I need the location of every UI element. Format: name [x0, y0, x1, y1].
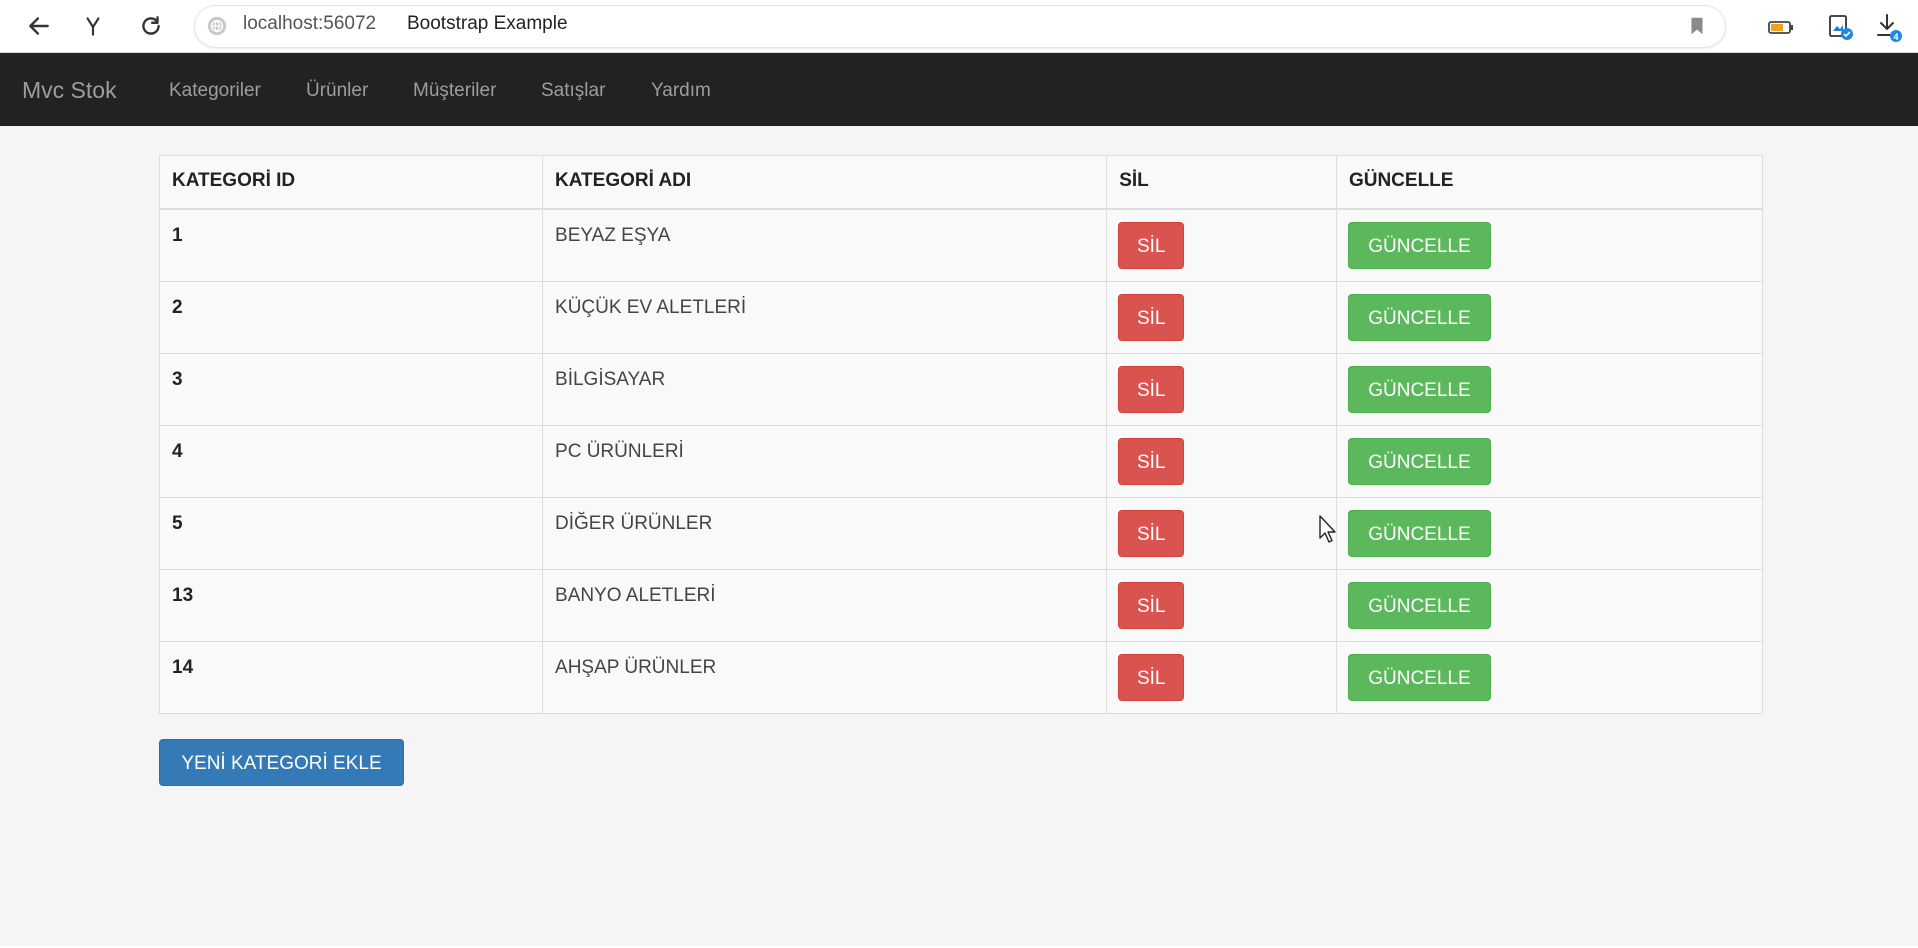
delete-button[interactable]: SİL: [1118, 293, 1185, 341]
category-id: 2: [160, 281, 544, 354]
yandex-icon: [86, 17, 100, 36]
update-button[interactable]: GÜNCELLE: [1347, 509, 1491, 557]
categories-table: KATEGORİ ID KATEGORİ ADI SİL GÜNCELLE 1 …: [159, 155, 1763, 714]
battery-icon[interactable]: [1766, 12, 1796, 42]
back-arrow-icon: [29, 17, 49, 35]
update-button[interactable]: GÜNCELLE: [1347, 293, 1491, 341]
reload-button[interactable]: [133, 8, 169, 44]
nav-link-yardim[interactable]: Yardım: [651, 80, 711, 102]
category-id: 5: [160, 497, 544, 570]
category-id: 4: [160, 425, 544, 498]
delete-button[interactable]: SİL: [1118, 365, 1185, 413]
image-extension-icon[interactable]: [1825, 12, 1855, 42]
reload-icon: [142, 16, 160, 35]
update-button[interactable]: GÜNCELLE: [1347, 581, 1491, 629]
delete-button[interactable]: SİL: [1118, 509, 1185, 557]
table-row: 1 BEYAZ EŞYA SİL GÜNCELLE: [160, 209, 1762, 282]
category-name: KÜÇÜK EV ALETLERİ: [542, 281, 1108, 354]
category-id: 1: [160, 209, 544, 282]
header-guncelle: GÜNCELLE: [1336, 156, 1762, 210]
delete-button[interactable]: SİL: [1118, 222, 1185, 269]
download-icon: 4: [1877, 14, 1902, 42]
update-button[interactable]: GÜNCELLE: [1347, 222, 1491, 269]
update-button[interactable]: GÜNCELLE: [1347, 437, 1491, 485]
mouse-cursor-icon: [1319, 515, 1336, 543]
url-host[interactable]: localhost:56072: [243, 13, 376, 35]
globe-icon: [207, 16, 227, 36]
navbar-brand[interactable]: Mvc Stok: [22, 77, 117, 104]
category-name: AHŞAP ÜRÜNLER: [542, 641, 1108, 713]
table-row: 4 PC ÜRÜNLERİ SİL GÜNCELLE: [160, 425, 1762, 498]
category-id: 14: [160, 641, 544, 713]
nav-link-urunler[interactable]: Ürünler: [306, 80, 368, 102]
downloads-button[interactable]: 4: [1874, 12, 1904, 42]
nav-link-satislar[interactable]: Satışlar: [541, 80, 605, 102]
table-row: 13 BANYO ALETLERİ SİL GÜNCELLE: [160, 569, 1762, 642]
category-id: 13: [160, 569, 544, 642]
delete-button[interactable]: SİL: [1118, 437, 1185, 485]
header-sil: SİL: [1106, 156, 1337, 210]
category-name: PC ÜRÜNLERİ: [542, 425, 1108, 498]
header-kategori-id: KATEGORİ ID: [160, 156, 544, 210]
add-category-button[interactable]: YENİ KATEGORİ EKLE: [159, 739, 404, 786]
category-id: 3: [160, 353, 544, 426]
category-name: DİĞER ÜRÜNLER: [542, 497, 1108, 570]
nav-link-musteriler[interactable]: Müşteriler: [413, 80, 496, 102]
table-header-row: KATEGORİ ID KATEGORİ ADI SİL GÜNCELLE: [160, 156, 1762, 210]
category-name: BİLGİSAYAR: [542, 353, 1108, 426]
bookmark-icon[interactable]: [1686, 14, 1708, 38]
yandex-button[interactable]: [75, 8, 111, 44]
nav-link-kategoriler[interactable]: Kategoriler: [169, 80, 261, 102]
table-row: 14 AHŞAP ÜRÜNLER SİL GÜNCELLE: [160, 641, 1762, 713]
table-row: 5 DİĞER ÜRÜNLER SİL GÜNCELLE: [160, 497, 1762, 570]
table-row: 2 KÜÇÜK EV ALETLERİ SİL GÜNCELLE: [160, 281, 1762, 354]
category-name: BANYO ALETLERİ: [542, 569, 1108, 642]
page-title: Bootstrap Example: [407, 13, 568, 34]
header-kategori-adi: KATEGORİ ADI: [542, 156, 1108, 210]
update-button[interactable]: GÜNCELLE: [1347, 653, 1491, 701]
table-row: 3 BİLGİSAYAR SİL GÜNCELLE: [160, 353, 1762, 426]
delete-button[interactable]: SİL: [1118, 581, 1185, 629]
back-button[interactable]: [21, 8, 57, 44]
navbar: Mvc Stok Kategoriler Ürünler Müşteriler …: [0, 53, 1918, 126]
category-name: BEYAZ EŞYA: [542, 209, 1108, 282]
update-button[interactable]: GÜNCELLE: [1347, 365, 1491, 413]
download-badge: 4: [1893, 32, 1898, 42]
browser-toolbar: localhost:56072 Bootstrap Example 4: [0, 0, 1918, 53]
delete-button[interactable]: SİL: [1118, 653, 1185, 701]
